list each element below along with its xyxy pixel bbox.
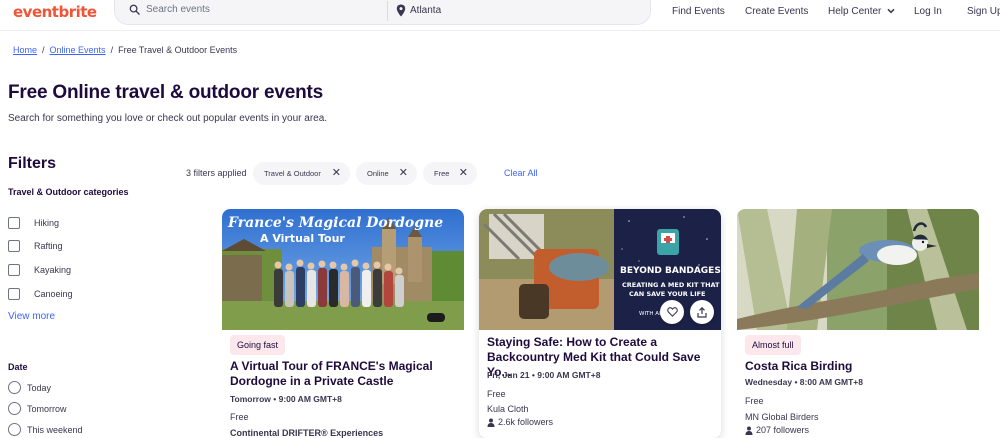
page-subtitle: Search for something you love or check o… — [8, 113, 328, 124]
category-filter-heading: Travel & Outdoor categories — [8, 187, 129, 197]
radio-button[interactable] — [8, 423, 21, 436]
category-checkbox-rafting[interactable]: Rafting — [8, 240, 63, 252]
event-card[interactable]: Almost full Costa Rica Birding Wednesday… — [737, 209, 979, 438]
radio-label: Tomorrow — [27, 403, 67, 414]
nav-help-center-label: Help Center — [828, 6, 882, 17]
chevron-down-icon — [887, 9, 895, 14]
event-image[interactable]: France's Magical Dordogne A Virtual Tour — [222, 209, 464, 330]
date-radio-tomorrow[interactable]: Tomorrow — [8, 402, 67, 415]
checkbox[interactable] — [8, 264, 20, 276]
event-image[interactable]: BEYOND BANDAGES CREATING A MED KIT THAT … — [479, 209, 721, 330]
radio-label: This weekend — [27, 424, 83, 435]
event-card[interactable]: BEYOND BANDAGES CREATING A MED KIT THAT … — [479, 209, 721, 438]
organizer-followers: 2.6k followers — [487, 417, 553, 427]
clear-all-button[interactable]: Clear All — [504, 168, 538, 178]
filter-chip-free[interactable]: Free ✕ — [423, 162, 477, 185]
breadcrumb-current: Free Travel & Outdoor Events — [118, 45, 238, 55]
event-date: Wednesday • 8:00 AM GMT+8 — [745, 377, 863, 387]
view-more-link[interactable]: View more — [8, 311, 55, 322]
event-image[interactable] — [737, 209, 979, 330]
header-divider — [0, 30, 1000, 31]
event-price: Free — [230, 412, 249, 422]
checkbox-label: Rafting — [34, 241, 63, 251]
event-title[interactable]: Costa Rica Birding — [745, 359, 973, 374]
breadcrumb-home[interactable]: Home — [13, 45, 37, 55]
search-divider — [387, 1, 388, 21]
event-organizer[interactable]: Continental DRIFTER® Experiences — [230, 428, 383, 438]
date-filter-heading: Date — [8, 362, 28, 372]
status-badge: Going fast — [230, 335, 286, 355]
filters-applied-count: 3 filters applied — [186, 168, 247, 178]
event-price: Free — [487, 389, 506, 399]
event-organizer[interactable]: MN Global Birders — [745, 412, 819, 422]
radio-button[interactable] — [8, 402, 21, 415]
event-title[interactable]: A Virtual Tour of FRANCE's Magical Dordo… — [230, 359, 458, 389]
user-icon — [487, 418, 495, 427]
event-organizer[interactable]: Kula Cloth — [487, 404, 529, 414]
checkbox[interactable] — [8, 217, 20, 229]
checkbox-label: Canoeing — [34, 289, 73, 299]
date-radio-today[interactable]: Today — [8, 381, 51, 394]
checkbox-label: Kayaking — [34, 265, 72, 275]
event-date: Tomorrow • 9:00 AM GMT+8 — [230, 394, 342, 404]
status-badge: Almost full — [745, 335, 801, 355]
breadcrumb: Home / Online Events / Free Travel & Outdoor… — [13, 45, 237, 55]
nav-create-events[interactable]: Create Events — [745, 6, 808, 17]
page-title: Free Online travel & outdoor events — [8, 82, 324, 103]
chip-label: Online — [367, 169, 389, 178]
date-radio-this-weekend[interactable]: This weekend — [8, 423, 83, 436]
heart-icon — [666, 307, 678, 317]
category-checkbox-hiking[interactable]: Hiking — [8, 217, 59, 229]
search-input[interactable] — [146, 4, 376, 15]
filter-chip-travel-outdoor[interactable]: Travel & Outdoor ✕ — [253, 162, 350, 185]
close-icon[interactable]: ✕ — [399, 168, 408, 179]
breadcrumb-online-events[interactable]: Online Events — [50, 45, 106, 55]
nav-find-events[interactable]: Find Events — [672, 6, 725, 17]
nav-help-center[interactable]: Help Center — [828, 6, 895, 17]
bird-photo — [737, 209, 979, 330]
organizer-followers: 207 followers — [745, 425, 809, 435]
filters-heading: Filters — [8, 155, 57, 172]
image-subtitle-text: A Virtual Tour — [260, 232, 345, 245]
nav-sign-up[interactable]: Sign Up — [967, 6, 1000, 17]
location-pin-icon — [396, 4, 406, 17]
category-checkbox-canoeing[interactable]: Canoeing — [8, 288, 73, 300]
eventbrite-logo[interactable]: eventbrite — [13, 3, 97, 21]
castle-group-photo: France's Magical Dordogne A Virtual Tour — [222, 209, 464, 330]
top-header: eventbrite Atlanta Find Events Create Ev… — [0, 0, 1000, 25]
image-title-text: France's Magical Dordogne — [227, 215, 443, 231]
followers-count: 207 followers — [756, 425, 810, 435]
user-icon — [745, 426, 753, 435]
checkbox-label: Hiking — [34, 218, 60, 228]
like-button[interactable] — [660, 300, 684, 324]
event-date: Fri, Jun 21 • 9:00 AM GMT+8 — [487, 370, 601, 380]
checkbox[interactable] — [8, 288, 20, 300]
share-icon — [697, 306, 707, 318]
breadcrumb-separator: / — [42, 45, 45, 55]
search-bar[interactable]: Atlanta — [114, 0, 651, 25]
med-kit-promo-image: BEYOND BANDAGES CREATING A MED KIT THAT … — [479, 209, 721, 330]
event-card[interactable]: France's Magical Dordogne A Virtual Tour… — [222, 209, 464, 438]
close-icon[interactable]: ✕ — [332, 168, 341, 179]
radio-button[interactable] — [8, 381, 21, 394]
location-input[interactable]: Atlanta — [410, 5, 441, 16]
close-icon[interactable]: ✕ — [459, 168, 468, 179]
followers-count: 2.6k followers — [498, 417, 554, 427]
image-title-text: BEYOND BANDAGES — [620, 266, 721, 276]
breadcrumb-separator: / — [110, 45, 114, 55]
share-button[interactable] — [690, 300, 714, 324]
chip-label: Travel & Outdoor — [264, 169, 321, 178]
filter-chip-online[interactable]: Online ✕ — [356, 162, 417, 185]
chip-label: Free — [434, 169, 450, 178]
nav-log-in[interactable]: Log In — [914, 6, 942, 17]
search-icon — [129, 4, 140, 15]
event-price: Free — [745, 396, 764, 406]
radio-label: Today — [27, 382, 52, 393]
checkbox[interactable] — [8, 240, 20, 252]
category-checkbox-kayaking[interactable]: Kayaking — [8, 264, 71, 276]
